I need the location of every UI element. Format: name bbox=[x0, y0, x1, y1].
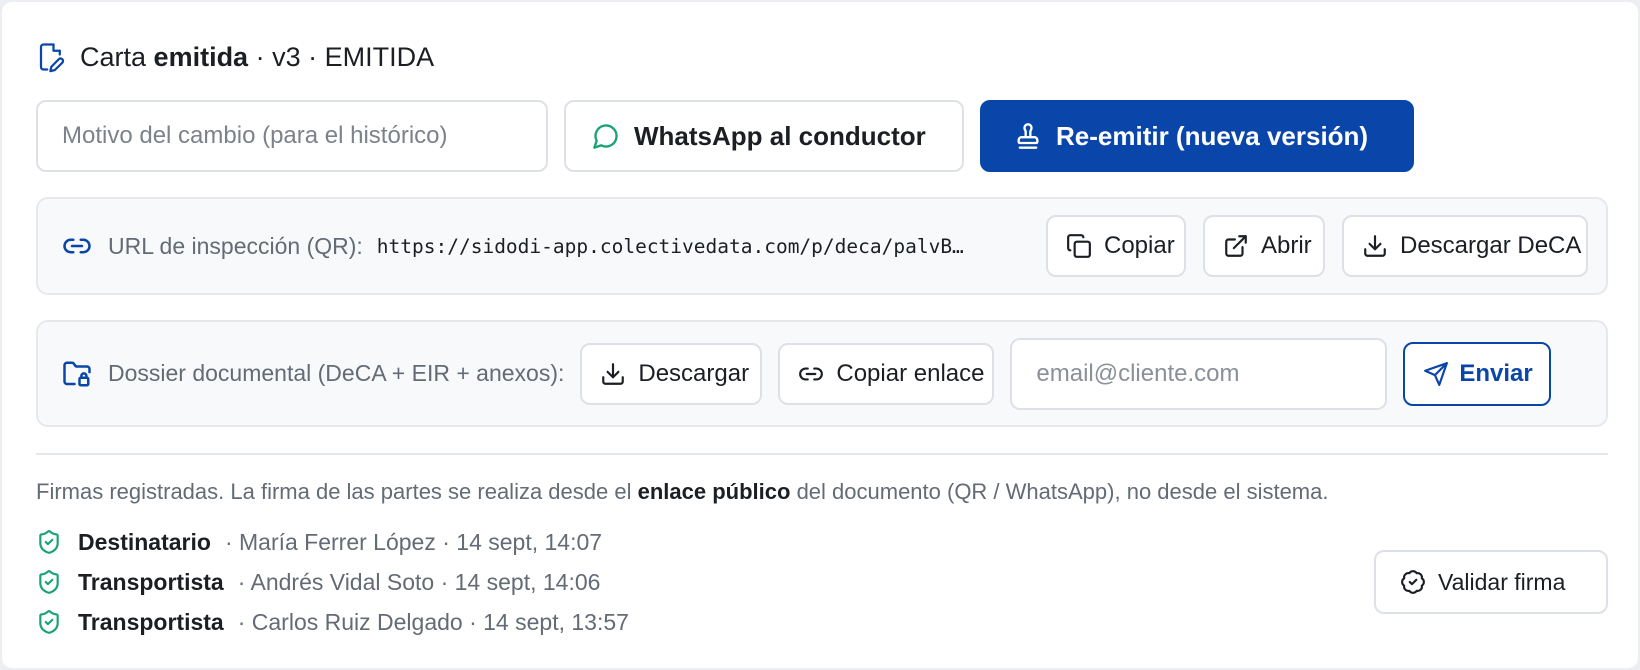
download-dossier-label: Descargar bbox=[638, 359, 750, 387]
signature-meta: · Andrés Vidal Soto · 14 sept, 14:06 bbox=[237, 568, 601, 595]
signature-item: Transportista · Carlos Ruiz Delgado · 14… bbox=[36, 602, 629, 642]
inspection-url-label-group: URL de inspección (QR): bbox=[62, 231, 363, 261]
shield-check-icon bbox=[36, 568, 62, 596]
whatsapp-driver-label: WhatsApp al conductor bbox=[634, 120, 926, 151]
signature-meta: · María Ferrer López · 14 sept, 14:07 bbox=[224, 528, 603, 555]
shield-check-icon bbox=[36, 608, 62, 636]
signature-role: Transportista bbox=[78, 608, 224, 635]
inspection-url-value: https://sidodi-app.colectivedata.com/p/d… bbox=[376, 234, 964, 258]
signature-role: Transportista bbox=[78, 568, 224, 595]
document-edit-icon bbox=[36, 41, 66, 73]
link-icon bbox=[798, 361, 824, 387]
signatures-info-prefix: Firmas registradas. La firma de las part… bbox=[36, 479, 632, 504]
email-field[interactable] bbox=[1010, 337, 1388, 410]
change-reason-input[interactable] bbox=[36, 100, 548, 172]
download-deca-label: Descargar DeCA bbox=[1400, 232, 1582, 259]
shield-check-icon bbox=[36, 528, 62, 556]
signature-role: Destinatario bbox=[78, 528, 211, 555]
copy-url-label: Copiar bbox=[1104, 232, 1175, 259]
external-link-icon bbox=[1223, 233, 1249, 259]
download-dossier-button[interactable]: Descargar bbox=[580, 342, 763, 405]
signature-list: Destinatario · María Ferrer López · 14 s… bbox=[36, 522, 629, 642]
link-icon bbox=[62, 231, 92, 261]
open-url-button[interactable]: Abrir bbox=[1203, 215, 1325, 277]
inspection-url-label: URL de inspección (QR): bbox=[108, 232, 363, 259]
reemit-label: Re-emitir (nueva versión) bbox=[1056, 120, 1369, 151]
send-dossier-button[interactable]: Enviar bbox=[1403, 341, 1551, 406]
copy-dossier-link-button[interactable]: Copiar enlace bbox=[778, 342, 995, 405]
dossier-label: Dossier documental (DeCA + EIR + anexos)… bbox=[108, 360, 565, 386]
dossier-panel: Dossier documental (DeCA + EIR + anexos)… bbox=[36, 320, 1608, 427]
signature-item: Transportista · Andrés Vidal Soto · 14 s… bbox=[36, 562, 629, 602]
download-icon bbox=[600, 361, 626, 387]
inspection-url-actions: Copiar Abrir Descargar DeCA bbox=[1046, 215, 1588, 277]
dossier-actions: Descargar Copiar enlace email@cliente.co… bbox=[580, 337, 1551, 410]
stamp-icon bbox=[1014, 122, 1042, 150]
validate-signature-button[interactable]: Validar firma bbox=[1374, 550, 1608, 614]
folder-lock-icon bbox=[62, 359, 92, 389]
signature-meta: · Carlos Ruiz Delgado · 14 sept, 13:57 bbox=[237, 608, 629, 635]
signature-item: Destinatario · María Ferrer López · 14 s… bbox=[36, 522, 629, 562]
whatsapp-driver-button[interactable]: WhatsApp al conductor bbox=[564, 100, 964, 172]
public-link-text[interactable]: enlace público bbox=[638, 479, 791, 504]
message-circle-icon bbox=[592, 122, 620, 150]
validate-signature-label: Validar firma bbox=[1438, 568, 1566, 595]
download-icon bbox=[1362, 233, 1388, 259]
copy-dossier-link-label: Copiar enlace bbox=[836, 359, 985, 387]
badge-check-icon bbox=[1400, 569, 1426, 595]
page-title: Carta emitida · v3 · EMITIDA bbox=[80, 42, 434, 73]
issued-letter-card: Carta emitida · v3 · EMITIDA WhatsApp al… bbox=[2, 2, 1638, 668]
download-deca-button[interactable]: Descargar DeCA bbox=[1342, 215, 1588, 277]
send-dossier-label: Enviar bbox=[1459, 359, 1533, 387]
signatures-info-suffix: del documento (QR / WhatsApp), no desde … bbox=[796, 479, 1329, 504]
card-header: Carta emitida · v3 · EMITIDA bbox=[36, 38, 434, 76]
reemit-button[interactable]: Re-emitir (nueva versión) bbox=[980, 100, 1414, 172]
reissue-actions: WhatsApp al conductor Re-emitir (nueva v… bbox=[36, 100, 1414, 172]
title-version: · v3 · EMITIDA bbox=[255, 41, 435, 72]
copy-icon bbox=[1066, 233, 1092, 259]
copy-url-button[interactable]: Copiar bbox=[1046, 215, 1186, 277]
title-prefix: Carta bbox=[80, 41, 147, 72]
send-icon bbox=[1423, 361, 1449, 387]
inspection-url-panel: URL de inspección (QR): https://sidodi-a… bbox=[36, 197, 1608, 295]
open-url-label: Abrir bbox=[1261, 232, 1312, 259]
divider bbox=[36, 453, 1608, 455]
dossier-label-group: Dossier documental (DeCA + EIR + anexos)… bbox=[62, 359, 564, 389]
signatures-info: Firmas registradas. La firma de las part… bbox=[36, 479, 1328, 505]
title-status-word: emitida bbox=[153, 41, 249, 72]
